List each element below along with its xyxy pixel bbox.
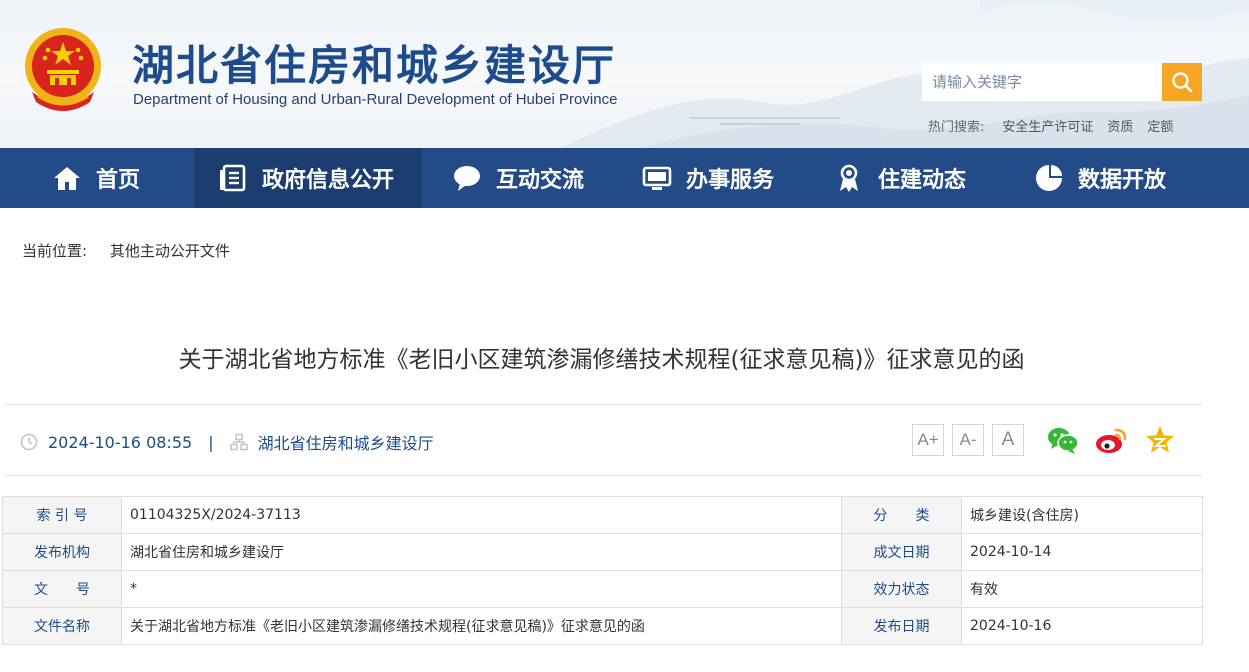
publish-source: 湖北省住房和城乡建设厅 [257,434,434,453]
nav-item-label: 数据开放 [1078,168,1167,193]
hot-search: 热门搜索: 安全生产许可证 资质 定额 [928,116,1173,135]
nav-item-open-data[interactable]: 数据开放 [1006,148,1249,208]
search-input[interactable] [922,63,1162,101]
info-value: 城乡建设(含住房) [961,496,1203,534]
info-value: 2024-10-16 [961,607,1203,645]
site-title: 湖北省住房和城乡建设厅 [132,41,617,90]
site-subtitle: Department of Housing and Urban-Rural De… [133,91,618,108]
font-reset-button[interactable]: A [992,424,1024,456]
nav-item-label: 住建动态 [878,168,967,193]
wechat-icon[interactable] [1046,424,1080,456]
clock-icon [20,433,38,451]
info-value: 有效 [961,570,1203,608]
weibo-icon[interactable] [1094,424,1128,456]
info-key: 分 类 [841,496,962,534]
document-list-icon [220,164,246,192]
table-row: 文 号 * 效力状态 有效 [2,570,1203,608]
home-icon [54,167,80,190]
pie-chart-icon [1036,165,1062,191]
nav-item-home[interactable]: 首页 [0,148,194,208]
info-key: 发布机构 [2,533,122,571]
nav-item-label: 首页 [96,168,141,193]
hot-search-label: 热门搜索: [928,120,985,135]
info-key: 成文日期 [841,533,962,571]
divider [4,475,1202,476]
nav-item-services[interactable]: 办事服务 [622,148,814,208]
article-meta: 2024-10-16 08:55 | 湖北省住房和城乡建设厅 [20,430,434,454]
monitor-icon [642,166,672,190]
meta-separator: | [208,432,214,452]
info-value: 关于湖北省地方标准《老旧小区建筑渗漏修缮技术规程(征求意见稿)》征求意见的函 [121,607,842,645]
hot-search-link[interactable]: 资质 [1107,116,1133,135]
table-row: 索 引 号 01104325X/2024-37113 分 类 城乡建设(含住房) [2,496,1203,534]
favorite-icon[interactable] [1143,424,1177,456]
info-key: 文件名称 [2,607,122,645]
nav-item-label: 办事服务 [686,168,775,193]
site-header: 湖北省住房和城乡建设厅 Department of Housing and Ur… [0,0,1249,148]
publish-datetime: 2024-10-16 08:55 [48,432,193,452]
info-value: 2024-10-14 [961,533,1203,571]
info-value: * [121,570,842,608]
info-key: 文 号 [2,570,122,608]
font-decrease-button[interactable]: A- [952,424,984,456]
font-increase-button[interactable]: A+ [912,424,944,456]
table-row: 文件名称 关于湖北省地方标准《老旧小区建筑渗漏修缮技术规程(征求意见稿)》征求意… [2,607,1203,645]
info-key: 发布日期 [841,607,962,645]
national-emblem-icon [25,28,101,111]
article-title: 关于湖北省地方标准《老旧小区建筑渗漏修缮技术规程(征求意见稿)》征求意见的函 [178,347,1025,373]
info-key: 效力状态 [841,570,962,608]
table-row: 发布机构 湖北省住房和城乡建设厅 成文日期 2024-10-14 [2,533,1203,571]
nav-item-gov-info[interactable]: 政府信息公开 [194,148,422,208]
person-badge-icon [840,164,858,192]
breadcrumb: 当前位置: 其他主动公开文件 [22,240,230,261]
document-info-table: 索 引 号 01104325X/2024-37113 分 类 城乡建设(含住房)… [2,496,1203,645]
main-nav: 首页 政府信息公开 互动交流 办事服务 住建动态 数据开放 [0,148,1249,208]
hot-search-link[interactable]: 安全生产许可证 [1002,116,1093,135]
breadcrumb-label: 当前位置: [22,242,88,260]
nav-item-interaction[interactable]: 互动交流 [422,148,622,208]
nav-item-news[interactable]: 住建动态 [814,148,1006,208]
search-icon [1172,72,1193,93]
info-value: 湖北省住房和城乡建设厅 [121,533,842,571]
org-structure-icon [229,433,248,451]
nav-item-label: 政府信息公开 [262,168,395,193]
divider [4,404,1202,405]
info-key: 索 引 号 [2,496,122,534]
search-button[interactable] [1162,63,1202,101]
breadcrumb-link[interactable]: 其他主动公开文件 [110,242,230,260]
hot-search-link[interactable]: 定额 [1147,116,1173,135]
chat-bubble-icon [454,166,480,191]
info-value: 01104325X/2024-37113 [121,496,842,534]
nav-item-label: 互动交流 [496,168,585,193]
